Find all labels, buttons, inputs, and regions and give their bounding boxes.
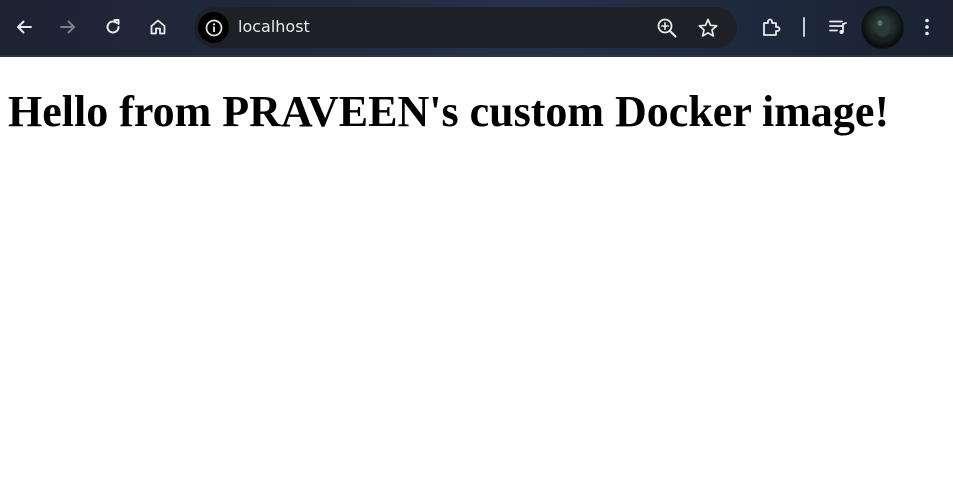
bookmark-button[interactable] xyxy=(694,14,722,42)
toolbar-divider xyxy=(803,17,805,37)
home-button[interactable] xyxy=(141,10,175,44)
back-button[interactable] xyxy=(7,10,41,44)
star-icon xyxy=(698,18,718,37)
reload-button[interactable] xyxy=(96,10,130,44)
media-controls-button[interactable] xyxy=(821,10,855,44)
address-bar[interactable]: localhost xyxy=(194,7,737,48)
zoom-button[interactable] xyxy=(653,14,681,42)
arrow-right-icon xyxy=(60,20,75,34)
browser-toolbar: localhost xyxy=(0,0,953,56)
page-content: Hello from PRAVEEN's custom Docker image… xyxy=(0,57,953,483)
reload-icon xyxy=(106,19,120,34)
kebab-menu-icon xyxy=(925,18,929,36)
profile-avatar[interactable] xyxy=(861,6,904,49)
url-text[interactable]: localhost xyxy=(238,17,310,37)
forward-button[interactable] xyxy=(51,10,85,44)
browser-menu-button[interactable] xyxy=(910,10,944,44)
zoom-in-icon xyxy=(657,18,677,38)
arrow-left-icon xyxy=(17,20,32,34)
extensions-button[interactable] xyxy=(754,10,788,44)
info-icon xyxy=(205,19,222,36)
home-icon xyxy=(150,19,166,35)
media-controls-icon xyxy=(829,20,847,34)
site-info-button[interactable] xyxy=(198,12,229,43)
avatar-image-icon xyxy=(872,16,893,41)
puzzle-icon xyxy=(763,18,781,36)
page-heading: Hello from PRAVEEN's custom Docker image… xyxy=(8,87,890,136)
